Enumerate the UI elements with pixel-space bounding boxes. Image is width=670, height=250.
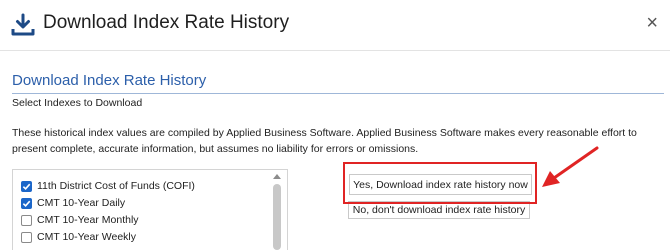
list-item-label: CMT 10-Year Monthly <box>37 214 139 226</box>
index-list[interactable]: 11th District Cost of Funds (COFI) CMT 1… <box>12 169 288 250</box>
section-subheading: Select Indexes to Download <box>12 97 143 109</box>
check-icon <box>22 200 31 207</box>
check-icon <box>22 183 31 190</box>
list-item-label: CMT 10-Year Weekly <box>37 231 137 243</box>
checkbox[interactable] <box>21 214 32 226</box>
list-item[interactable]: CMT 10-Year Daily <box>21 195 125 211</box>
scroll-up-icon[interactable] <box>273 174 281 179</box>
checkbox[interactable] <box>21 180 32 192</box>
dialog-titlebar: Download Index Rate History × <box>0 0 670 51</box>
close-icon[interactable]: × <box>646 13 658 33</box>
list-item[interactable]: 11th District Cost of Funds (COFI) <box>21 178 195 194</box>
list-item-label: CMT 10-Year Daily <box>37 197 126 209</box>
scrollbar-thumb[interactable] <box>273 184 281 250</box>
dialog-title: Download Index Rate History <box>43 12 290 33</box>
list-item-label: 11th District Cost of Funds (COFI) <box>37 180 195 192</box>
list-item[interactable]: CMT 10-Year Monthly <box>21 212 139 228</box>
annotation-highlight-box <box>343 162 537 204</box>
annotation-arrow-icon <box>542 146 599 187</box>
section-heading: Download Index Rate History <box>12 72 664 94</box>
checkbox[interactable] <box>21 231 32 243</box>
checkbox[interactable] <box>21 197 32 209</box>
download-icon <box>11 13 35 36</box>
list-item[interactable]: CMT 10-Year Weekly <box>21 229 136 245</box>
